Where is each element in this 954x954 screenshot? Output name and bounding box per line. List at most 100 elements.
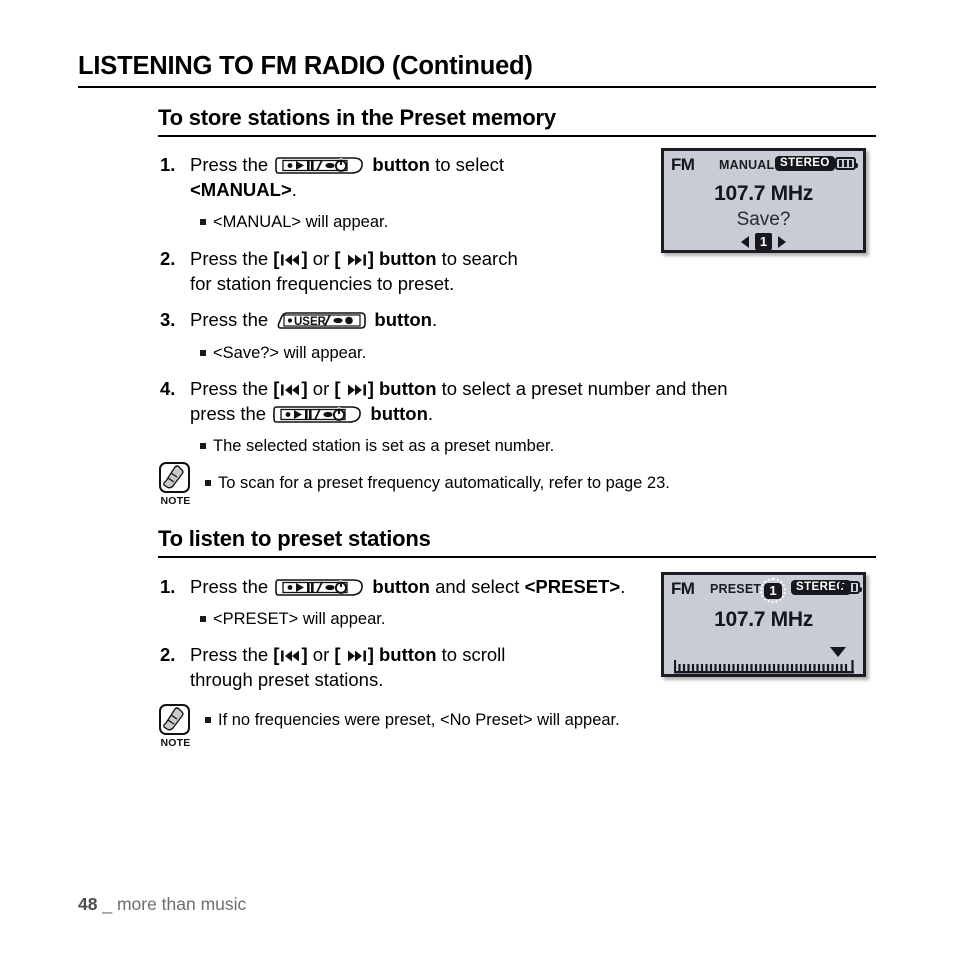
bracket-open: [ [273,378,280,399]
page-footer: 48 _ more than music [78,894,246,915]
bracket-open: [ [334,248,346,269]
step-text: to select a preset number and then [436,378,728,399]
note-icon-1: NOTE [159,462,193,507]
note-pencil-icon [159,704,190,735]
lcd-frequency: 107.7 MHz [714,182,813,205]
lcd-mode-label: PRESET [710,582,762,596]
step-number: 1. [160,576,176,597]
step-2-store: 2. Press the [] or [ ] button to search … [160,246,660,296]
lcd-frequency: 107.7 MHz [714,608,813,631]
step-bold: button [369,309,432,330]
step-bold: button [367,154,430,175]
step-1-listen: 1. Press the button and select <PRESET>. [160,574,690,599]
step-text: through preset stations. [190,669,384,690]
section-heading-listen-preset: To listen to preset stations [158,526,431,551]
lcd-status-bar: FM MANUAL STEREO [664,154,863,174]
note-body: If no frequencies were preset, <No Prese… [218,711,620,729]
play-pause-power-button-icon [273,404,363,425]
step-text: for station frequencies to preset. [190,273,455,294]
step-2-listen: 2. Press the [] or [ ] button to scroll … [160,642,640,692]
lcd-mode-label: MANUAL [719,158,775,172]
step-text: Press the [190,154,274,175]
note-label: NOTE [160,495,191,507]
step-text: Press the [190,644,274,665]
note-text-1: To scan for a preset frequency automatic… [205,474,670,493]
play-pause-power-button-icon [275,155,365,176]
bracket-open: [ [334,378,346,399]
left-arrow-icon [740,235,749,248]
step-text: . [291,179,297,200]
prev-track-icon [280,253,300,267]
lcd-preset-listen-screen: FM PRESET 1 STEREO 107.7 MHz [661,572,866,677]
prev-track-icon [280,649,300,663]
note-pencil-icon [159,462,190,493]
bullet-square-icon [205,480,211,486]
step-number: 4. [160,378,176,399]
bullet-square-icon [200,350,206,356]
footer-sep-glyph: _ [102,894,113,914]
step-number: 2. [160,644,176,665]
bullet-text: The selected station is set as a preset … [213,437,555,455]
play-pause-power-button-icon [275,577,365,598]
bullet-square-icon [200,616,206,622]
lcd-preset-number: 1 [754,233,773,250]
step-text: . [431,309,438,330]
lcd-manual-save-screen: FM MANUAL STEREO 107.7 MHz Save? 1 [661,148,866,253]
frequency-scale [674,660,854,674]
step-bold-manual: <MANUAL> [190,179,292,200]
bracket-open: [ [334,644,346,665]
step-text: . [620,576,626,597]
step-bold: button [367,576,430,597]
step-1-store: 1. Press the button to select <MANUAL>. [160,152,660,202]
bullet-text: <MANUAL> will appear. [213,213,389,231]
step-text: or [307,378,335,399]
bullet-square-icon [200,443,206,449]
bullet-square-icon [200,219,206,225]
bullet-manual-will-appear: <MANUAL> will appear. [200,211,388,233]
step-text: . [427,403,434,424]
section-heading-store-stations: To store stations in the Preset memory [158,105,556,130]
step-text: to select [429,154,505,175]
footer-tagline: more than music [116,894,247,914]
section-divider-2 [158,556,876,558]
step-number: 2. [160,248,176,269]
step-bold: ] button [367,644,437,665]
lcd-preset-number-badge: 1 [760,578,786,603]
battery-icon [835,157,858,170]
step-text: Press the [190,248,274,269]
footer-page-number: 48 [78,894,98,914]
note-label: NOTE [160,737,191,749]
step-3-store: 3. Press the USER button. [160,307,660,332]
step-text: to search [436,248,518,269]
header-divider [78,86,876,88]
step-text: Press the [190,378,274,399]
step-text: Press the [190,309,274,330]
step-text: or [307,248,335,269]
scale-marker-icon [830,647,846,657]
bullet-text: <PRESET> will appear. [213,610,386,628]
lcd-preset-number: 1 [764,582,782,599]
step-text: press the [190,403,272,424]
bullet-preset-will-appear: <PRESET> will appear. [200,608,385,630]
lcd-status-bar: FM PRESET 1 STEREO [664,578,863,603]
lcd-band-label: FM [671,579,695,598]
step-bold: button [365,403,428,424]
step-text: Press the [190,576,274,597]
bullet-text: <Save?> will appear. [213,344,367,362]
section-divider-1 [158,135,876,137]
page-title: LISTENING TO FM RADIO (Continued) [78,52,533,80]
step-number: 3. [160,309,176,330]
step-bold-preset: <PRESET> [524,576,621,597]
prev-track-icon [280,383,300,397]
next-track-icon [347,253,367,267]
bullet-selected-station: The selected station is set as a preset … [200,435,554,457]
lcd-save-prompt: Save? [736,209,791,230]
note-body: To scan for a preset frequency automatic… [218,474,670,492]
next-track-icon [347,649,367,663]
bullet-square-icon [205,717,211,723]
user-rec-button-icon: USER [275,310,367,331]
step-bold: ] button [367,248,437,269]
lcd-preset-selector: 1 [664,233,863,250]
bullet-save-will-appear: <Save?> will appear. [200,342,366,364]
step-number: 1. [160,154,176,175]
